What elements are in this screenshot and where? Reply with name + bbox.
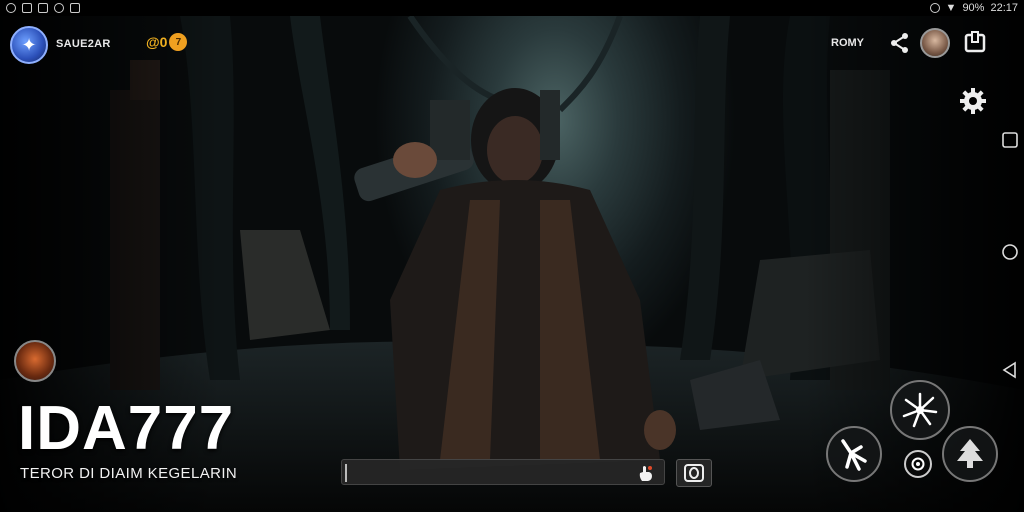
share-icon[interactable]: [889, 32, 911, 54]
target-icon: [911, 457, 925, 471]
room-label: ROMY: [831, 37, 864, 49]
game-logo-icon[interactable]: ✦: [10, 26, 48, 64]
tree-skill-button[interactable]: [942, 426, 998, 482]
notification-icon: [6, 3, 16, 13]
home-icon[interactable]: [1000, 242, 1020, 262]
camera-button[interactable]: [676, 459, 712, 487]
camera-icon: [684, 464, 704, 482]
sync-notification-icon: [54, 3, 64, 13]
app-notification-icon: [22, 3, 32, 13]
android-nav-bar: [996, 16, 1024, 512]
status-bar: ▼ 90% 22:17: [0, 0, 1024, 16]
splash-attack-button[interactable]: [890, 380, 950, 440]
claw-attack-button[interactable]: [826, 426, 882, 482]
gallery-notification-icon: [38, 3, 48, 13]
player-avatar[interactable]: [920, 28, 950, 58]
chat-input[interactable]: [341, 459, 665, 485]
game-subtitle: TEROR DI DIAIM KEGELARIN: [20, 465, 238, 482]
image-notification-icon: [70, 3, 80, 13]
splash-attack-icon: [902, 392, 938, 428]
character-badge[interactable]: [14, 340, 56, 382]
coin-count: @0: [146, 34, 168, 50]
battery-level: 90%: [962, 2, 985, 14]
brand-name: SAUE2AR: [56, 38, 111, 50]
recent-apps-icon[interactable]: [1000, 130, 1020, 150]
clock: 22:17: [990, 2, 1018, 14]
claw-attack-icon: [841, 439, 867, 471]
wifi-icon: ▼: [945, 2, 957, 14]
tree-icon: [957, 439, 983, 468]
hand-icon[interactable]: [636, 463, 656, 483]
alarm-icon: [929, 3, 940, 13]
exit-icon[interactable]: [963, 30, 987, 54]
coin-counter[interactable]: @0 7: [146, 32, 188, 52]
status-icons-right: ▼ 90% 22:17: [929, 2, 1018, 14]
coin-badge: 7: [169, 33, 188, 51]
gear-icon[interactable]: [958, 86, 988, 116]
status-icons-left: [6, 3, 80, 13]
target-button[interactable]: [904, 450, 932, 478]
text-caret: [345, 464, 347, 482]
back-icon[interactable]: [1000, 360, 1020, 380]
game-title: IDA777: [18, 394, 235, 463]
